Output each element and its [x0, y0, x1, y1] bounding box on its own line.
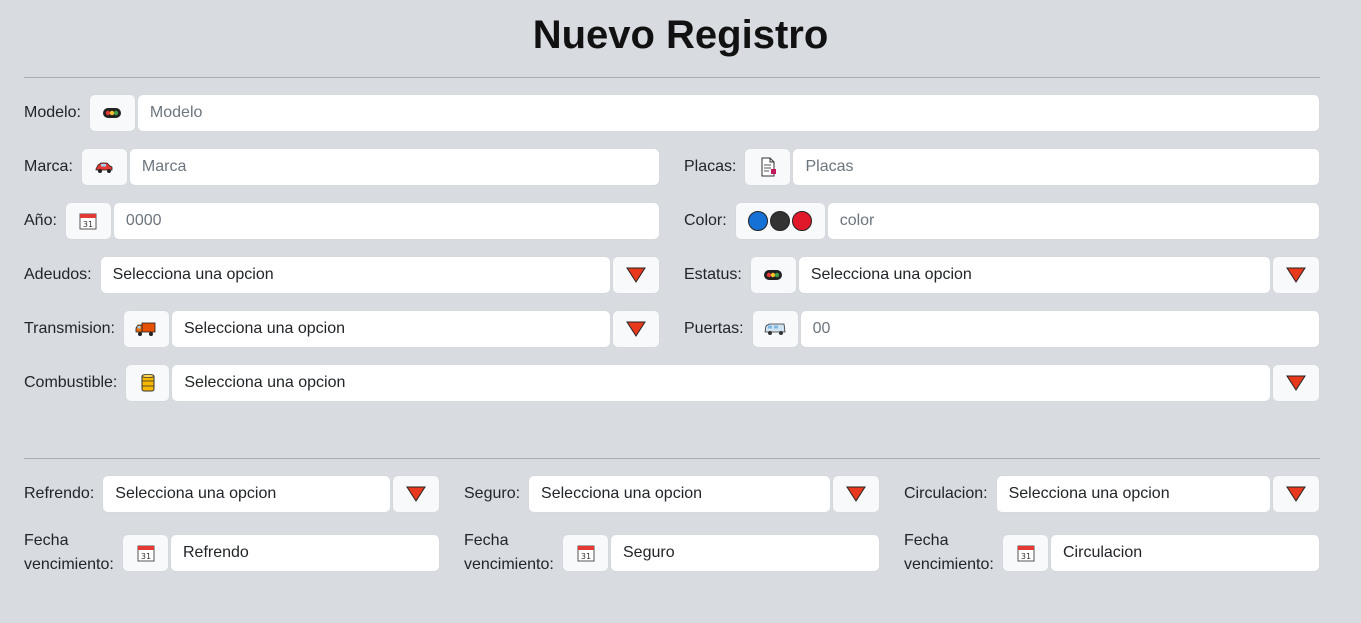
refrendo-label: Refrendo:	[24, 485, 95, 502]
estatus-select[interactable]: Selecciona una opcion	[797, 256, 1271, 294]
divider	[24, 77, 1320, 78]
oil-drum-icon	[125, 364, 171, 402]
circulacion-row: Circulacion: Selecciona una opcion	[904, 475, 1320, 513]
svg-text:31: 31	[83, 220, 93, 229]
refrendo-select[interactable]: Selecciona una opcion	[102, 475, 391, 513]
circulacion-fecha-row: Fecha vencimiento: 31 Circulacion	[904, 529, 1320, 577]
transmision-row: Transmision: Selecciona una opcion	[24, 310, 660, 348]
refrendo-row: Refrendo: Selecciona una opcion	[24, 475, 440, 513]
marca-label: Marca:	[24, 158, 73, 175]
puertas-row: Puertas: 00	[684, 310, 1320, 348]
calendar-icon[interactable]: 31	[122, 534, 169, 572]
seguro-fecha-row: Fecha vencimiento: 31 Seguro	[464, 529, 880, 577]
document-icon	[744, 148, 792, 186]
red-dot-icon	[792, 211, 813, 231]
truck-icon	[122, 310, 170, 348]
calendar-icon: 31	[64, 202, 112, 240]
circulacion-fecha-label: Fecha vencimiento:	[904, 532, 994, 573]
traffic-light-icon	[88, 94, 136, 132]
modelo-label: Modelo:	[24, 104, 81, 121]
anio-input[interactable]: 0000	[112, 202, 660, 240]
puertas-input[interactable]: 00	[799, 310, 1320, 348]
calendar-icon[interactable]: 31	[1002, 534, 1049, 572]
seguro-fecha-label: Fecha vencimiento:	[464, 532, 554, 573]
anio-label: Año:	[24, 212, 57, 229]
seguro-row: Seguro: Selecciona una opcion	[464, 475, 880, 513]
circulacion-label: Circulacion:	[904, 485, 988, 502]
adeudos-select[interactable]: Selecciona una opcion	[99, 256, 611, 294]
seguro-select[interactable]: Selecciona una opcion	[528, 475, 831, 513]
transmision-label: Transmision:	[24, 320, 115, 337]
placas-label: Placas:	[684, 158, 737, 175]
estatus-label: Estatus:	[684, 266, 742, 283]
refrendo-caret-down-icon[interactable]	[392, 475, 440, 513]
circulacion-date-input[interactable]: Circulacion	[1050, 534, 1320, 572]
svg-text:31: 31	[1020, 552, 1030, 561]
estatus-row: Estatus: Selecciona una opcion	[684, 256, 1320, 294]
color-input[interactable]: color	[826, 202, 1320, 240]
marca-row: Marca: Marca	[24, 148, 660, 186]
refrendo-fecha-label: Fecha vencimiento:	[24, 532, 114, 573]
refrendo-fecha-row: Fecha vencimiento: 31 Refrendo	[24, 529, 440, 577]
color-dots-icon	[734, 202, 826, 240]
blue-dot-icon	[748, 211, 769, 231]
circulacion-caret-down-icon[interactable]	[1272, 475, 1320, 513]
placas-row: Placas: Placas	[684, 148, 1320, 186]
combustible-row: Combustible: Selecciona una opcion	[24, 364, 1320, 402]
transmision-select[interactable]: Selecciona una opcion	[170, 310, 611, 348]
car-icon	[80, 148, 128, 186]
circulacion-select[interactable]: Selecciona una opcion	[995, 475, 1271, 513]
page-title: Nuevo Registro	[532, 13, 829, 57]
refrendo-date-input[interactable]: Refrendo	[170, 534, 440, 572]
seguro-caret-down-icon[interactable]	[832, 475, 880, 513]
combustible-select[interactable]: Selecciona una opcion	[171, 364, 1271, 402]
adeudos-label: Adeudos:	[24, 266, 92, 283]
black-dot-icon	[770, 211, 791, 231]
traffic-light-icon	[749, 256, 797, 294]
combustible-label: Combustible:	[24, 374, 118, 391]
van-icon	[751, 310, 799, 348]
adeudos-row: Adeudos: Selecciona una opcion	[24, 256, 660, 294]
calendar-icon[interactable]: 31	[562, 534, 609, 572]
placas-input[interactable]: Placas	[792, 148, 1320, 186]
seguro-label: Seguro:	[464, 485, 521, 502]
modelo-row: Modelo: Modelo	[24, 94, 1320, 132]
puertas-label: Puertas:	[684, 320, 744, 337]
svg-text:31: 31	[580, 552, 590, 561]
color-label: Color:	[684, 212, 727, 229]
transmision-caret-down-icon[interactable]	[612, 310, 660, 348]
seguro-date-input[interactable]: Seguro	[610, 534, 880, 572]
estatus-caret-down-icon[interactable]	[1272, 256, 1320, 294]
marca-input[interactable]: Marca	[128, 148, 660, 186]
svg-text:31: 31	[140, 552, 150, 561]
combustible-caret-down-icon[interactable]	[1272, 364, 1320, 402]
color-row: Color: color	[684, 202, 1320, 240]
anio-row: Año: 31 0000	[24, 202, 660, 240]
adeudos-caret-down-icon[interactable]	[612, 256, 660, 294]
divider	[24, 458, 1320, 459]
modelo-input[interactable]: Modelo	[136, 94, 1320, 132]
